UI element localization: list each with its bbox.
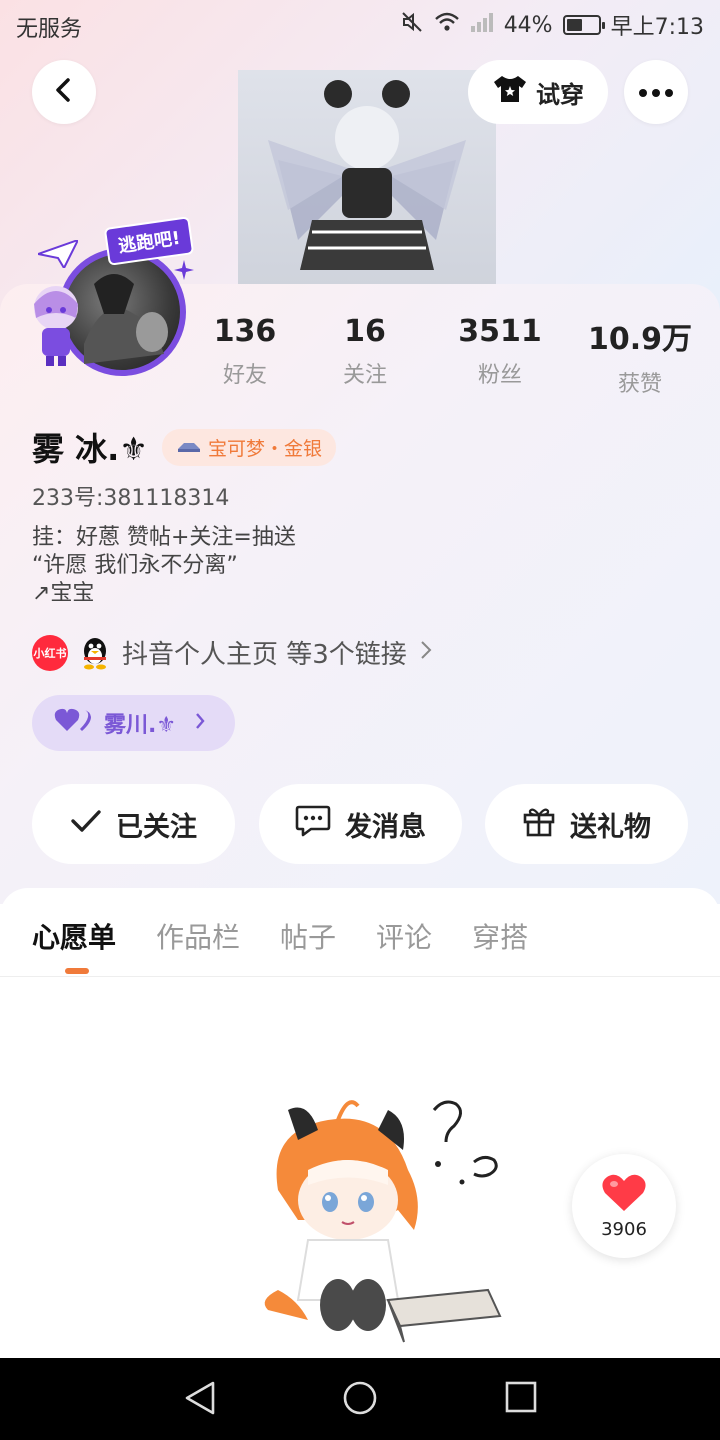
chevron-right-icon [419, 638, 433, 668]
profile-stats: 136 好友 16 关注 3511 粉丝 10.9万 获赞 [190, 314, 720, 398]
stat-label: 粉丝 [477, 363, 522, 388]
links-text: 抖音个人主页 等3个链接 [122, 640, 407, 670]
tab-posts[interactable]: 帖子 [280, 916, 336, 956]
chevron-right-icon [194, 711, 206, 736]
try-on-label: 试穿 [536, 80, 584, 109]
stat-likes[interactable]: 10.9万 获赞 [570, 314, 710, 398]
heart-icon [601, 1173, 647, 1217]
nav-home-icon[interactable] [342, 1380, 378, 1420]
external-links[interactable]: 小红书 抖音个人主页 等3个链接 [32, 634, 433, 671]
status-bar: 无服务 44% 早上7:13 [0, 0, 720, 50]
battery-icon [562, 15, 605, 35]
bio-line: “许愿 我们永不分离” [32, 553, 238, 578]
chevron-left-icon [51, 77, 77, 107]
checkmark-icon [70, 809, 102, 840]
stat-followers[interactable]: 3511 粉丝 [430, 314, 570, 398]
stat-label: 好友 [222, 363, 267, 388]
gift-icon [522, 805, 556, 844]
more-options-button[interactable] [624, 60, 688, 124]
bio-line: ↗宝宝 [32, 581, 95, 606]
back-button[interactable] [32, 60, 96, 124]
wifi-icon [434, 11, 460, 39]
empty-state-illustration [238, 1090, 508, 1350]
cp-relationship-pill[interactable]: 雾川.⚜ [32, 695, 235, 751]
bio-line: 挂：好蒽 赞帖+关注=抽送 [32, 525, 296, 550]
try-on-button[interactable]: 试穿 [468, 60, 608, 124]
tab-wishlist[interactable]: 心愿单 [32, 916, 116, 956]
tabs-divider [0, 976, 720, 977]
tshirt-icon [492, 74, 528, 110]
battery-percent: 44% [503, 12, 553, 38]
chibi-character-sticker [24, 278, 94, 368]
follow-label: 已关注 [116, 811, 197, 843]
badge-text: 宝可梦・金银 [208, 437, 323, 460]
tab-comments[interactable]: 评论 [376, 916, 432, 956]
stat-value: 136 [213, 314, 277, 349]
bio: 挂：好蒽 赞帖+关注=抽送 “许愿 我们永不分离” ↗宝宝 [32, 524, 296, 608]
outfit-preview-image [238, 70, 496, 286]
sparkle-icon [174, 260, 194, 284]
username: 雾 冰.⚜ [32, 430, 148, 468]
active-tab-indicator [65, 968, 89, 974]
message-label: 发消息 [345, 811, 426, 843]
stat-label: 获赞 [617, 372, 662, 397]
more-dots-icon [638, 83, 674, 102]
clock-time: 早上7:13 [610, 15, 704, 40]
stat-value: 10.9万 [587, 322, 693, 357]
avatar-frame-tag: 逃跑吧! [103, 216, 195, 266]
chat-bubble-icon [295, 804, 331, 845]
stat-label: 关注 [342, 363, 387, 388]
cp-name: 雾川.⚜ [104, 713, 177, 738]
name-row: 雾 冰.⚜ 宝可梦・金银 [32, 424, 337, 470]
like-count: 3906 [601, 1218, 647, 1240]
mute-icon [400, 10, 424, 40]
stat-value: 3511 [458, 314, 542, 349]
send-message-button[interactable]: 发消息 [259, 784, 462, 864]
gift-label: 送礼物 [570, 811, 651, 843]
nav-back-icon[interactable] [183, 1380, 217, 1420]
avatar-with-frame[interactable]: 逃跑吧! [24, 216, 204, 400]
stat-value: 16 [344, 314, 386, 349]
carrier-text: 无服务 [16, 17, 83, 42]
tab-works[interactable]: 作品栏 [156, 916, 240, 956]
badge-icon [176, 436, 202, 458]
paper-plane-icon [34, 238, 80, 272]
double-heart-icon [54, 707, 94, 739]
signal-icon [470, 11, 494, 39]
followed-button[interactable]: 已关注 [32, 784, 235, 864]
nav-recents-icon[interactable] [504, 1380, 538, 1418]
stat-following[interactable]: 16 关注 [300, 314, 430, 398]
profile-tabs: 心愿单 作品栏 帖子 评论 穿搭 [32, 916, 528, 956]
tab-outfits[interactable]: 穿搭 [472, 916, 528, 956]
qq-penguin-icon [80, 635, 110, 671]
user-id: 233号:381118314 [32, 486, 230, 511]
send-gift-button[interactable]: 送礼物 [485, 784, 688, 864]
xiaohongshu-icon: 小红书 [32, 634, 68, 671]
system-navigation-bar [0, 1358, 720, 1440]
like-float-button[interactable]: 3906 [572, 1154, 676, 1258]
stat-friends[interactable]: 136 好友 [190, 314, 300, 398]
pokemon-badge[interactable]: 宝可梦・金银 [162, 428, 337, 466]
